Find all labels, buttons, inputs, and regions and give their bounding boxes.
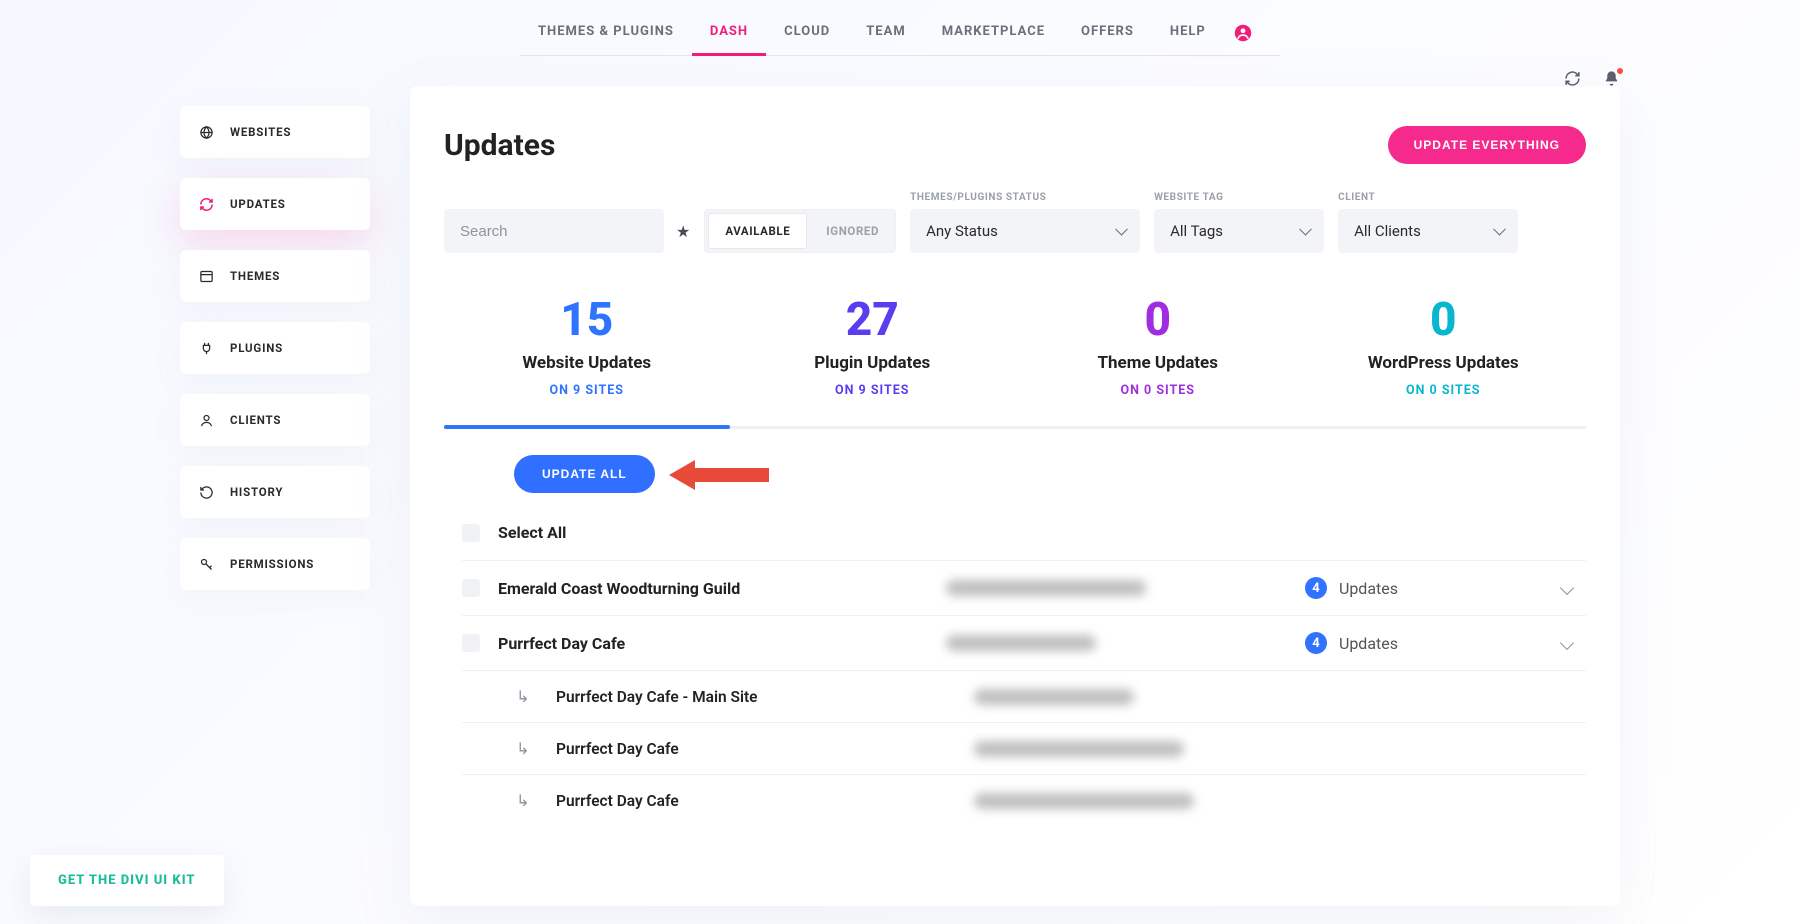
subitem-arrow-icon: ↳ bbox=[508, 739, 538, 758]
tag-select[interactable]: All Tags bbox=[1154, 209, 1324, 253]
site-row[interactable]: Emerald Coast Woodturning Guild 4 Update… bbox=[462, 560, 1586, 615]
stat-wordpress-updates[interactable]: 0 WordPress Updates ON 0 SITES bbox=[1301, 293, 1587, 426]
site-row[interactable]: Purrfect Day Cafe 4 Updates bbox=[462, 615, 1586, 670]
user-avatar-icon[interactable] bbox=[1234, 24, 1252, 42]
availability-toggle: AVAILABLE IGNORED bbox=[704, 209, 896, 253]
tab-cloud[interactable]: CLOUD bbox=[766, 10, 848, 55]
client-filter-label: CLIENT bbox=[1338, 192, 1518, 203]
key-icon bbox=[198, 556, 214, 572]
tag-filter-label: WEBSITE TAG bbox=[1154, 192, 1324, 203]
updates-count-badge: 4 bbox=[1305, 632, 1327, 654]
sidebar: WEBSITES UPDATES THEMES PLUGINS CLIENTS bbox=[180, 106, 370, 590]
stats-tabs: 15 Website Updates ON 9 SITES 27 Plugin … bbox=[444, 293, 1586, 429]
sidebar-item-label: HISTORY bbox=[230, 485, 283, 499]
sidebar-item-history[interactable]: HISTORY bbox=[180, 466, 370, 518]
update-everything-button[interactable]: UPDATE EVERYTHING bbox=[1388, 126, 1586, 164]
layout-icon bbox=[198, 268, 214, 284]
row-checkbox[interactable] bbox=[462, 634, 480, 652]
tab-help[interactable]: HELP bbox=[1152, 10, 1224, 55]
status-filter-label: THEMES/PLUGINS STATUS bbox=[910, 192, 1140, 203]
globe-icon bbox=[198, 124, 214, 140]
chevron-down-icon[interactable] bbox=[1560, 581, 1574, 595]
main-header: Updates UPDATE EVERYTHING bbox=[444, 126, 1586, 164]
site-url-redacted bbox=[974, 793, 1194, 809]
update-all-row: UPDATE ALL bbox=[444, 429, 1586, 519]
tab-team[interactable]: TEAM bbox=[848, 10, 923, 55]
subsite-row[interactable]: ↳ Purrfect Day Cafe bbox=[462, 774, 1586, 826]
updates-count-badge: 4 bbox=[1305, 577, 1327, 599]
sidebar-item-websites[interactable]: WEBSITES bbox=[180, 106, 370, 158]
sidebar-item-clients[interactable]: CLIENTS bbox=[180, 394, 370, 446]
tab-themes-plugins[interactable]: THEMES & PLUGINS bbox=[520, 10, 692, 55]
refresh-icon[interactable] bbox=[1564, 70, 1581, 87]
topnav: THEMES & PLUGINS DASH CLOUD TEAM MARKETP… bbox=[520, 10, 1280, 56]
site-url-redacted bbox=[946, 580, 1146, 596]
updates-list: Select All Emerald Coast Woodturning Gui… bbox=[444, 519, 1586, 826]
site-url-redacted bbox=[974, 689, 1134, 705]
sidebar-item-label: CLIENTS bbox=[230, 413, 281, 427]
page-title: Updates bbox=[444, 128, 555, 163]
site-url-redacted bbox=[946, 635, 1096, 651]
stat-theme-updates[interactable]: 0 Theme Updates ON 0 SITES bbox=[1015, 293, 1301, 426]
sidebar-item-permissions[interactable]: PERMISSIONS bbox=[180, 538, 370, 590]
search-input[interactable] bbox=[444, 209, 664, 253]
favorite-star-icon[interactable]: ★ bbox=[676, 222, 690, 241]
subsite-row[interactable]: ↳ Purrfect Day Cafe bbox=[462, 722, 1586, 774]
person-icon bbox=[198, 412, 214, 428]
actionbar bbox=[1564, 70, 1620, 87]
search-wrap: ★ bbox=[444, 209, 690, 253]
pointing-arrow-icon bbox=[669, 460, 769, 488]
select-all-checkbox[interactable] bbox=[462, 524, 480, 542]
toggle-available[interactable]: AVAILABLE bbox=[708, 213, 807, 249]
main-card: Updates UPDATE EVERYTHING ★ AVAILABLE IG… bbox=[410, 86, 1620, 906]
select-all-label: Select All bbox=[498, 523, 566, 542]
tab-marketplace[interactable]: MARKETPLACE bbox=[924, 10, 1063, 55]
sidebar-item-label: THEMES bbox=[230, 269, 280, 283]
topnav-wrap: THEMES & PLUGINS DASH CLOUD TEAM MARKETP… bbox=[0, 0, 1800, 56]
tab-offers[interactable]: OFFERS bbox=[1063, 10, 1152, 55]
client-select[interactable]: All Clients bbox=[1338, 209, 1518, 253]
main-layout: WEBSITES UPDATES THEMES PLUGINS CLIENTS bbox=[0, 56, 1800, 906]
promo-banner[interactable]: GET THE DIVI UI KIT bbox=[30, 855, 224, 906]
tab-dash[interactable]: DASH bbox=[692, 10, 766, 55]
history-icon bbox=[198, 484, 214, 500]
sidebar-item-label: PLUGINS bbox=[230, 341, 283, 355]
status-select[interactable]: Any Status bbox=[910, 209, 1140, 253]
subitem-arrow-icon: ↳ bbox=[508, 791, 538, 810]
plug-icon bbox=[198, 340, 214, 356]
toggle-ignored[interactable]: IGNORED bbox=[810, 210, 895, 252]
refresh-icon bbox=[198, 196, 214, 212]
sidebar-item-updates[interactable]: UPDATES bbox=[180, 178, 370, 230]
subsite-row[interactable]: ↳ Purrfect Day Cafe - Main Site bbox=[462, 670, 1586, 722]
site-url-redacted bbox=[974, 741, 1184, 757]
select-all-row: Select All bbox=[462, 519, 1586, 560]
stat-website-updates[interactable]: 15 Website Updates ON 9 SITES bbox=[444, 293, 730, 426]
row-checkbox[interactable] bbox=[462, 579, 480, 597]
sidebar-item-plugins[interactable]: PLUGINS bbox=[180, 322, 370, 374]
sidebar-item-label: WEBSITES bbox=[230, 125, 291, 139]
update-all-button[interactable]: UPDATE ALL bbox=[514, 455, 655, 493]
notifications-bell-icon[interactable] bbox=[1603, 70, 1620, 87]
stat-plugin-updates[interactable]: 27 Plugin Updates ON 9 SITES bbox=[730, 293, 1016, 426]
sidebar-item-themes[interactable]: THEMES bbox=[180, 250, 370, 302]
subitem-arrow-icon: ↳ bbox=[508, 687, 538, 706]
chevron-down-icon[interactable] bbox=[1560, 636, 1574, 650]
filters-row: ★ AVAILABLE IGNORED THEMES/PLUGINS STATU… bbox=[444, 192, 1586, 253]
sidebar-item-label: UPDATES bbox=[230, 197, 286, 211]
sidebar-item-label: PERMISSIONS bbox=[230, 557, 314, 571]
